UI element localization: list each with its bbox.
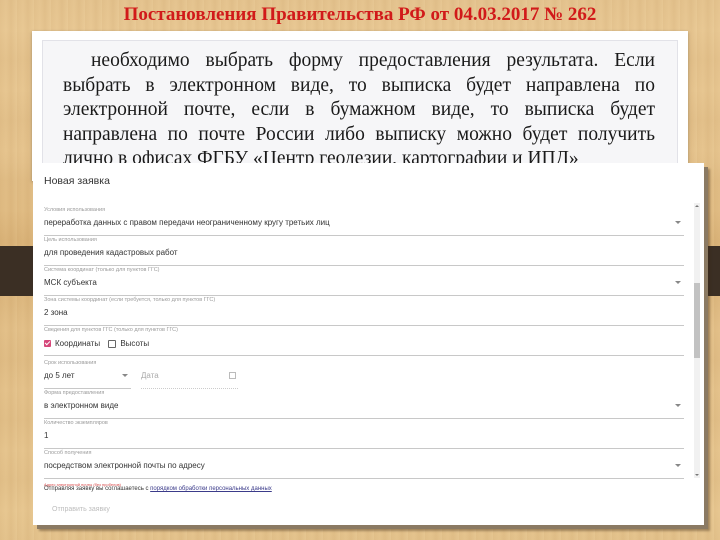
application-form-screenshot: Новая заявка Условия использования перер… (33, 163, 704, 525)
copies-count-input[interactable]: Количество экземпляров 1 (44, 420, 684, 449)
usage-purpose-input[interactable]: Цель использования для проведения кадаст… (44, 237, 684, 266)
ggs-info-group: Сведения для пунктов ГГС (только для пун… (44, 327, 684, 356)
field-value: 2 зона (44, 308, 68, 317)
receive-method-select[interactable]: Способ получения посредством электронной… (44, 450, 684, 479)
dropdown-arrow-icon[interactable] (675, 281, 681, 284)
submit-button[interactable]: Отправить заявку (52, 506, 110, 513)
scroll-thumb[interactable] (694, 283, 700, 358)
field-value: до 5 лет (44, 371, 75, 380)
field-value: посредством электронной почты по адресу (44, 461, 205, 470)
scroll-up-icon[interactable] (695, 205, 699, 207)
field-label: Сведения для пунктов ГГС (только для пун… (44, 327, 178, 333)
form-title: Новая заявка (44, 175, 110, 187)
calendar-icon[interactable] (229, 372, 236, 379)
date-placeholder: Дата (141, 371, 159, 380)
field-value: МСК субъекта (44, 278, 97, 287)
usage-conditions-select[interactable]: Условия использования переработка данных… (44, 207, 684, 236)
scrollbar[interactable] (694, 203, 700, 478)
checkbox-label: Координаты (55, 339, 101, 349)
field-label: Срок использования (44, 360, 97, 366)
heights-checkbox[interactable] (108, 339, 117, 348)
agreement-text: Отправляя заявку вы соглашаетесь с поряд… (44, 486, 272, 492)
dropdown-arrow-icon[interactable] (675, 221, 681, 224)
scroll-down-icon[interactable] (695, 474, 699, 476)
field-label: Форма предоставления (44, 390, 105, 396)
text-frame: необходимо выбрать форму предоставления … (32, 31, 688, 181)
field-label: Способ получения (44, 450, 92, 456)
field-label: Зона системы координат (если требуется, … (44, 297, 216, 303)
agreement-prefix: Отправляя заявку вы соглашаетесь с (44, 486, 151, 492)
field-value: в электронном виде (44, 401, 119, 410)
slide-title: Постановления Правительства РФ от 04.03.… (123, 4, 597, 25)
slide-paragraph: необходимо выбрать форму предоставления … (63, 50, 655, 169)
field-label: Количество экземпляров (44, 420, 108, 426)
dropdown-arrow-icon[interactable] (675, 404, 681, 407)
personal-data-policy-link[interactable]: порядком обработки персональных данных (150, 486, 272, 492)
checkbox-row: Координаты Высоты (44, 339, 155, 348)
usage-term-select[interactable]: Срок использования до 5 лет (44, 360, 131, 389)
coordinates-checkbox[interactable] (44, 340, 51, 348)
delivery-form-select[interactable]: Форма предоставления в электронном виде (44, 390, 684, 419)
coordinate-zone-input[interactable]: Зона системы координат (если требуется, … (44, 297, 684, 326)
dropdown-arrow-icon[interactable] (122, 374, 128, 377)
coordinate-system-select[interactable]: Система координат (только для пунктов ГГ… (44, 267, 684, 296)
field-label: Система координат (только для пунктов ГГ… (44, 267, 160, 273)
text-panel: необходимо выбрать форму предоставления … (42, 40, 678, 181)
field-value: 1 (44, 431, 49, 440)
checkbox-label: Высоты (120, 339, 150, 349)
field-value: для проведения кадастровых работ (44, 248, 178, 257)
field-label: Цель использования (44, 237, 97, 243)
date-input[interactable]: Дата (141, 360, 238, 389)
field-value: переработка данных с правом передачи нео… (44, 218, 330, 227)
field-label: Условия использования (44, 207, 106, 213)
dropdown-arrow-icon[interactable] (675, 464, 681, 467)
